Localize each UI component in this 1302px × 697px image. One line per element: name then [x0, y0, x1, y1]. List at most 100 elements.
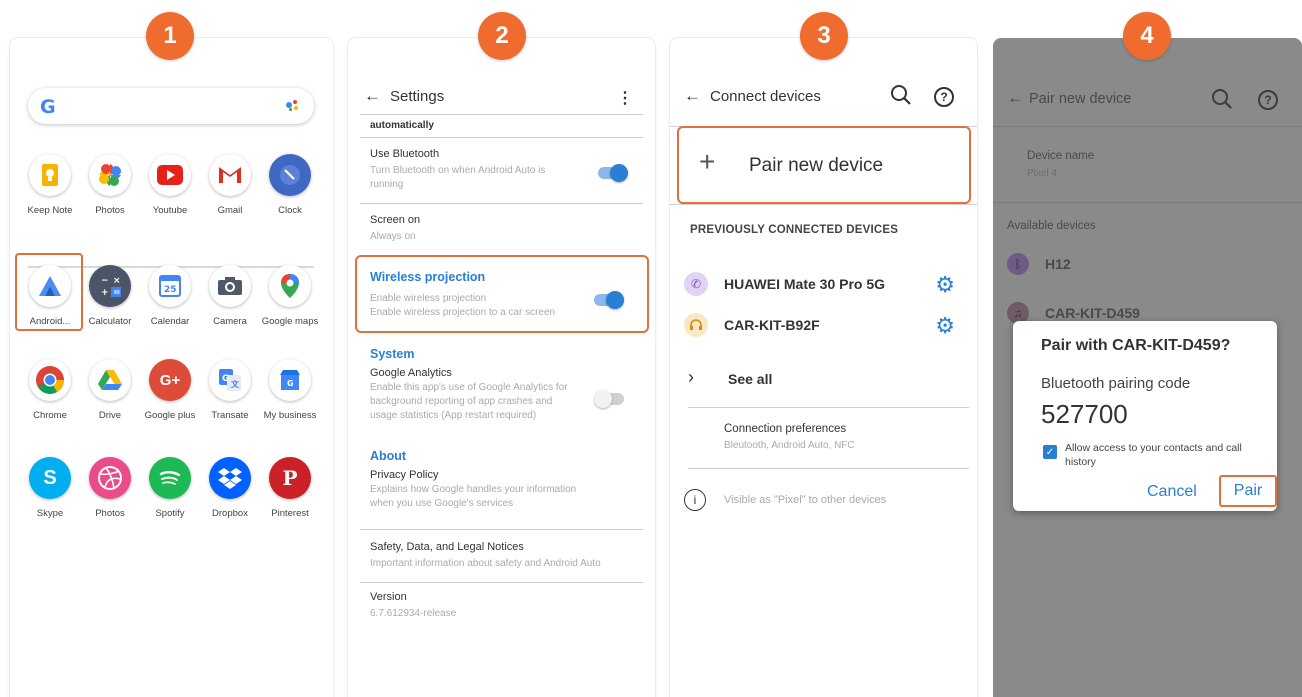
- divider: [688, 407, 969, 408]
- spotify-icon: [149, 457, 191, 499]
- step-badge-4: 4: [1123, 12, 1171, 60]
- version-setting: Version 6.7.612934-release: [370, 591, 457, 619]
- keep-note-icon: [29, 154, 71, 196]
- svg-text:−: −: [101, 276, 109, 286]
- divider: [360, 582, 643, 583]
- step-badge-3: 3: [800, 12, 848, 60]
- app-drive[interactable]: Drive: [80, 359, 140, 421]
- app-dribbble-photos[interactable]: Photos: [80, 457, 140, 519]
- available-device-car-kit[interactable]: CAR-KIT-D459: [1045, 305, 1140, 321]
- back-arrow-icon[interactable]: ←: [364, 86, 381, 106]
- device-row-huawei[interactable]: ✆ HUAWEI Mate 30 Pro 5G ⚙: [684, 270, 963, 300]
- search-icon[interactable]: [1211, 88, 1233, 115]
- dialog-title: Pair with CAR-KIT-D459?: [1041, 337, 1231, 354]
- page-title: Connect devices: [710, 88, 821, 105]
- page-title: Pair new device: [1029, 91, 1132, 107]
- truncated-setting: automatically: [370, 120, 434, 131]
- app-calendar[interactable]: 25 Calendar: [140, 265, 200, 327]
- gear-icon[interactable]: ⚙: [935, 313, 955, 339]
- settings-header: ← Settings ⋮: [348, 84, 655, 112]
- svg-text:×: ×: [113, 276, 121, 286]
- phone-icon: ✆: [684, 272, 708, 296]
- gear-icon[interactable]: ⚙: [935, 272, 955, 298]
- app-pinterest[interactable]: P Pinterest: [260, 457, 320, 519]
- app-spotify[interactable]: Spotify: [140, 457, 200, 519]
- skype-icon: S: [29, 457, 71, 499]
- svg-text:文: 文: [231, 379, 240, 389]
- page-title: Settings: [390, 88, 445, 105]
- available-device-h12[interactable]: H12: [1045, 256, 1071, 272]
- wireless-projection-toggle[interactable]: [594, 291, 624, 309]
- help-icon[interactable]: ?: [1258, 90, 1278, 110]
- svg-text:+: +: [101, 288, 109, 298]
- app-photos[interactable]: Photos: [80, 154, 140, 216]
- dropbox-icon: [209, 457, 251, 499]
- app-my-business[interactable]: G My business: [260, 359, 320, 421]
- assistant-icon[interactable]: [286, 100, 300, 112]
- app-clock[interactable]: Clock: [260, 154, 320, 216]
- app-skype[interactable]: S Skype: [20, 457, 80, 519]
- chevron-right-icon: ›: [688, 367, 694, 387]
- app-dropbox[interactable]: Dropbox: [200, 457, 260, 519]
- google-analytics-toggle[interactable]: [594, 390, 624, 408]
- app-google-plus[interactable]: G+ Google plus: [140, 359, 200, 421]
- android-auto-icon: [29, 265, 71, 307]
- settings-panel: ← Settings ⋮ automatically Use Bluetooth…: [348, 38, 655, 697]
- info-icon: i: [684, 489, 706, 511]
- app-camera[interactable]: Camera: [200, 265, 260, 327]
- connection-preferences-row[interactable]: Connection preferences Bleutooth, Androi…: [724, 423, 957, 453]
- connect-devices-panel: ← Connect devices ? + Pair new device PR…: [670, 38, 977, 697]
- app-gmail[interactable]: Gmail: [200, 154, 260, 216]
- dribbble-photos-icon: [89, 457, 131, 499]
- pairing-code: 527700: [1041, 399, 1128, 429]
- allow-contacts-checkbox[interactable]: ✓: [1043, 445, 1057, 459]
- overflow-menu-icon[interactable]: ⋮: [617, 88, 633, 108]
- app-calculator[interactable]: − × + = Calculator: [80, 265, 140, 327]
- chrome-icon: [29, 359, 71, 401]
- svg-text:G: G: [287, 379, 294, 388]
- divider: [360, 137, 643, 138]
- drive-icon: [89, 359, 131, 401]
- app-youtube[interactable]: Youtube: [140, 154, 200, 216]
- use-bluetooth-setting[interactable]: Use Bluetooth Turn Bluetooth on when And…: [370, 148, 635, 192]
- google-maps-icon: [269, 265, 311, 307]
- youtube-icon: [149, 154, 191, 196]
- safety-legal-setting[interactable]: Safety, Data, and Legal Notices Importan…: [370, 541, 635, 571]
- my-business-icon: G: [269, 359, 311, 401]
- clock-icon: [269, 154, 311, 196]
- divider: [360, 114, 643, 115]
- app-translate[interactable]: G文 Transate: [200, 359, 260, 421]
- device-row-car-kit[interactable]: CAR-KIT-B92F ⚙: [684, 311, 963, 341]
- use-bluetooth-toggle[interactable]: [598, 164, 628, 182]
- pinterest-icon: P: [269, 457, 311, 499]
- google-plus-icon: G+: [149, 359, 191, 401]
- pair-button[interactable]: Pair: [1219, 475, 1277, 507]
- visible-as-text: Visible as "Pixel" to other devices: [724, 494, 887, 506]
- pair-new-device-panel: ← Pair new device ? Device name Pixel 4 …: [993, 38, 1302, 697]
- app-chrome[interactable]: Chrome: [20, 359, 80, 421]
- see-all-row[interactable]: › See all: [684, 365, 963, 395]
- previously-connected-heading: PREVIOUSLY CONNECTED DEVICES: [690, 224, 899, 236]
- pair-new-device-button[interactable]: + Pair new device: [677, 126, 971, 204]
- screen-on-setting[interactable]: Screen on Always on: [370, 214, 635, 244]
- svg-text:G: G: [222, 374, 229, 384]
- google-search-bar[interactable]: G: [28, 88, 314, 124]
- google-logo-icon: G: [40, 96, 56, 118]
- back-arrow-icon[interactable]: ←: [1007, 88, 1024, 108]
- app-keep-note[interactable]: Keep Note: [20, 154, 80, 216]
- search-icon[interactable]: [890, 84, 912, 111]
- help-icon[interactable]: ?: [934, 87, 954, 107]
- allow-contacts-label: Allow access to your contacts and call h…: [1065, 442, 1242, 468]
- app-android-auto[interactable]: Android...: [20, 265, 80, 327]
- gmail-icon: [209, 154, 251, 196]
- divider: [993, 202, 1302, 203]
- tutorial-stage: 1 2 3 4 G Keep Note Photos Youtube Gmail…: [0, 0, 1302, 697]
- divider: [688, 468, 969, 469]
- app-google-maps[interactable]: Google maps: [260, 265, 320, 327]
- svg-text:=: =: [113, 288, 121, 298]
- camera-icon: [209, 265, 251, 307]
- bluetooth-icon: ᛒ: [1007, 253, 1029, 275]
- cancel-button[interactable]: Cancel: [1147, 483, 1197, 501]
- back-arrow-icon[interactable]: ←: [684, 86, 701, 106]
- headset-icon: [684, 313, 708, 337]
